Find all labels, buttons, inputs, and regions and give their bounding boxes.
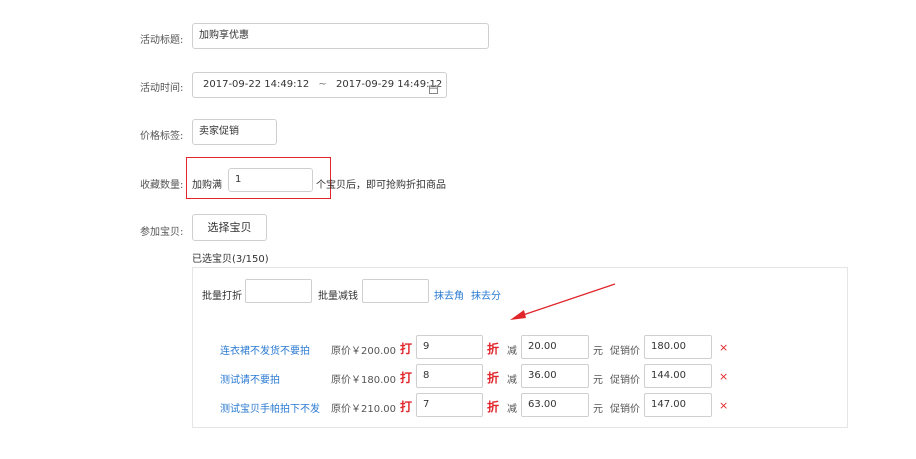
arrow-icon — [510, 283, 616, 320]
jian-label: 减 — [507, 404, 517, 415]
round-fen-link[interactable]: 抹去分 — [471, 287, 501, 302]
jian-label: 减 — [507, 346, 517, 357]
calendar-icon[interactable] — [429, 80, 438, 94]
promo-price-label: 促销价 — [610, 375, 640, 386]
promo-price-input[interactable]: 147.00 — [644, 393, 712, 417]
price-tag-label: 价格标签: — [140, 131, 184, 142]
discount-input[interactable]: 9 — [416, 335, 483, 359]
time-range-input[interactable]: 2017-09-22 14:49:12 ~ 2017-09-29 14:49:1… — [192, 72, 447, 98]
favorite-count-label: 收藏数量: — [140, 180, 184, 191]
favorite-suffix: 个宝贝后，即可抢购折扣商品 — [316, 180, 446, 191]
promo-price-label: 促销价 — [610, 346, 640, 357]
zhe-label: 折 — [487, 400, 500, 414]
original-price: 原价￥200.00 — [331, 346, 396, 357]
batch-reduce-input[interactable] — [362, 279, 429, 303]
original-price: 原价￥180.00 — [331, 375, 396, 386]
zhe-label: 折 — [487, 342, 500, 356]
remove-icon[interactable]: × — [719, 341, 728, 354]
product-name[interactable]: 连衣裙不发货不要拍 — [220, 342, 310, 357]
yuan-label: 元 — [593, 346, 603, 357]
selected-count: 已选宝贝(3/150) — [192, 254, 269, 265]
items-label: 参加宝贝: — [140, 227, 184, 238]
remove-icon[interactable]: × — [719, 399, 728, 412]
discount-input[interactable]: 7 — [416, 393, 483, 417]
batch-reduce-label: 批量减钱 — [318, 291, 358, 302]
zhe-label: 折 — [487, 371, 500, 385]
original-price: 原价￥210.00 — [331, 404, 396, 415]
da-label: 打 — [400, 371, 413, 385]
reduce-input[interactable]: 36.00 — [521, 364, 589, 388]
da-label: 打 — [400, 400, 413, 414]
batch-discount-label: 批量打折 — [202, 291, 242, 302]
product-name[interactable]: 测试宝贝手帕拍下不发 — [220, 400, 320, 415]
yuan-label: 元 — [593, 404, 603, 415]
time-label: 活动时间: — [140, 83, 184, 94]
product-name[interactable]: 测试请不要拍 — [220, 371, 280, 386]
time-start: 2017-09-22 14:49:12 — [203, 79, 310, 90]
remove-icon[interactable]: × — [719, 370, 728, 383]
favorite-prefix: 加购满 — [192, 180, 222, 191]
promo-price-input[interactable]: 144.00 — [644, 364, 712, 388]
select-items-button[interactable]: 选择宝贝 — [192, 214, 267, 241]
price-tag-input[interactable]: 卖家促销 — [192, 119, 277, 145]
title-label: 活动标题: — [140, 35, 184, 46]
time-separator: ~ — [318, 79, 327, 90]
reduce-input[interactable]: 20.00 — [521, 335, 589, 359]
promo-price-label: 促销价 — [610, 404, 640, 415]
discount-input[interactable]: 8 — [416, 364, 483, 388]
time-end: 2017-09-29 14:49:12 — [335, 79, 443, 90]
yuan-label: 元 — [593, 375, 603, 386]
round-jiao-link[interactable]: 抹去角 — [434, 287, 464, 302]
promo-price-input[interactable]: 180.00 — [644, 335, 712, 359]
reduce-input[interactable]: 63.00 — [521, 393, 589, 417]
title-input[interactable]: 加购享优惠 — [192, 23, 489, 49]
favorite-count-input[interactable]: 1 — [228, 168, 313, 192]
da-label: 打 — [400, 342, 413, 356]
jian-label: 减 — [507, 375, 517, 386]
batch-discount-input[interactable] — [245, 279, 312, 303]
